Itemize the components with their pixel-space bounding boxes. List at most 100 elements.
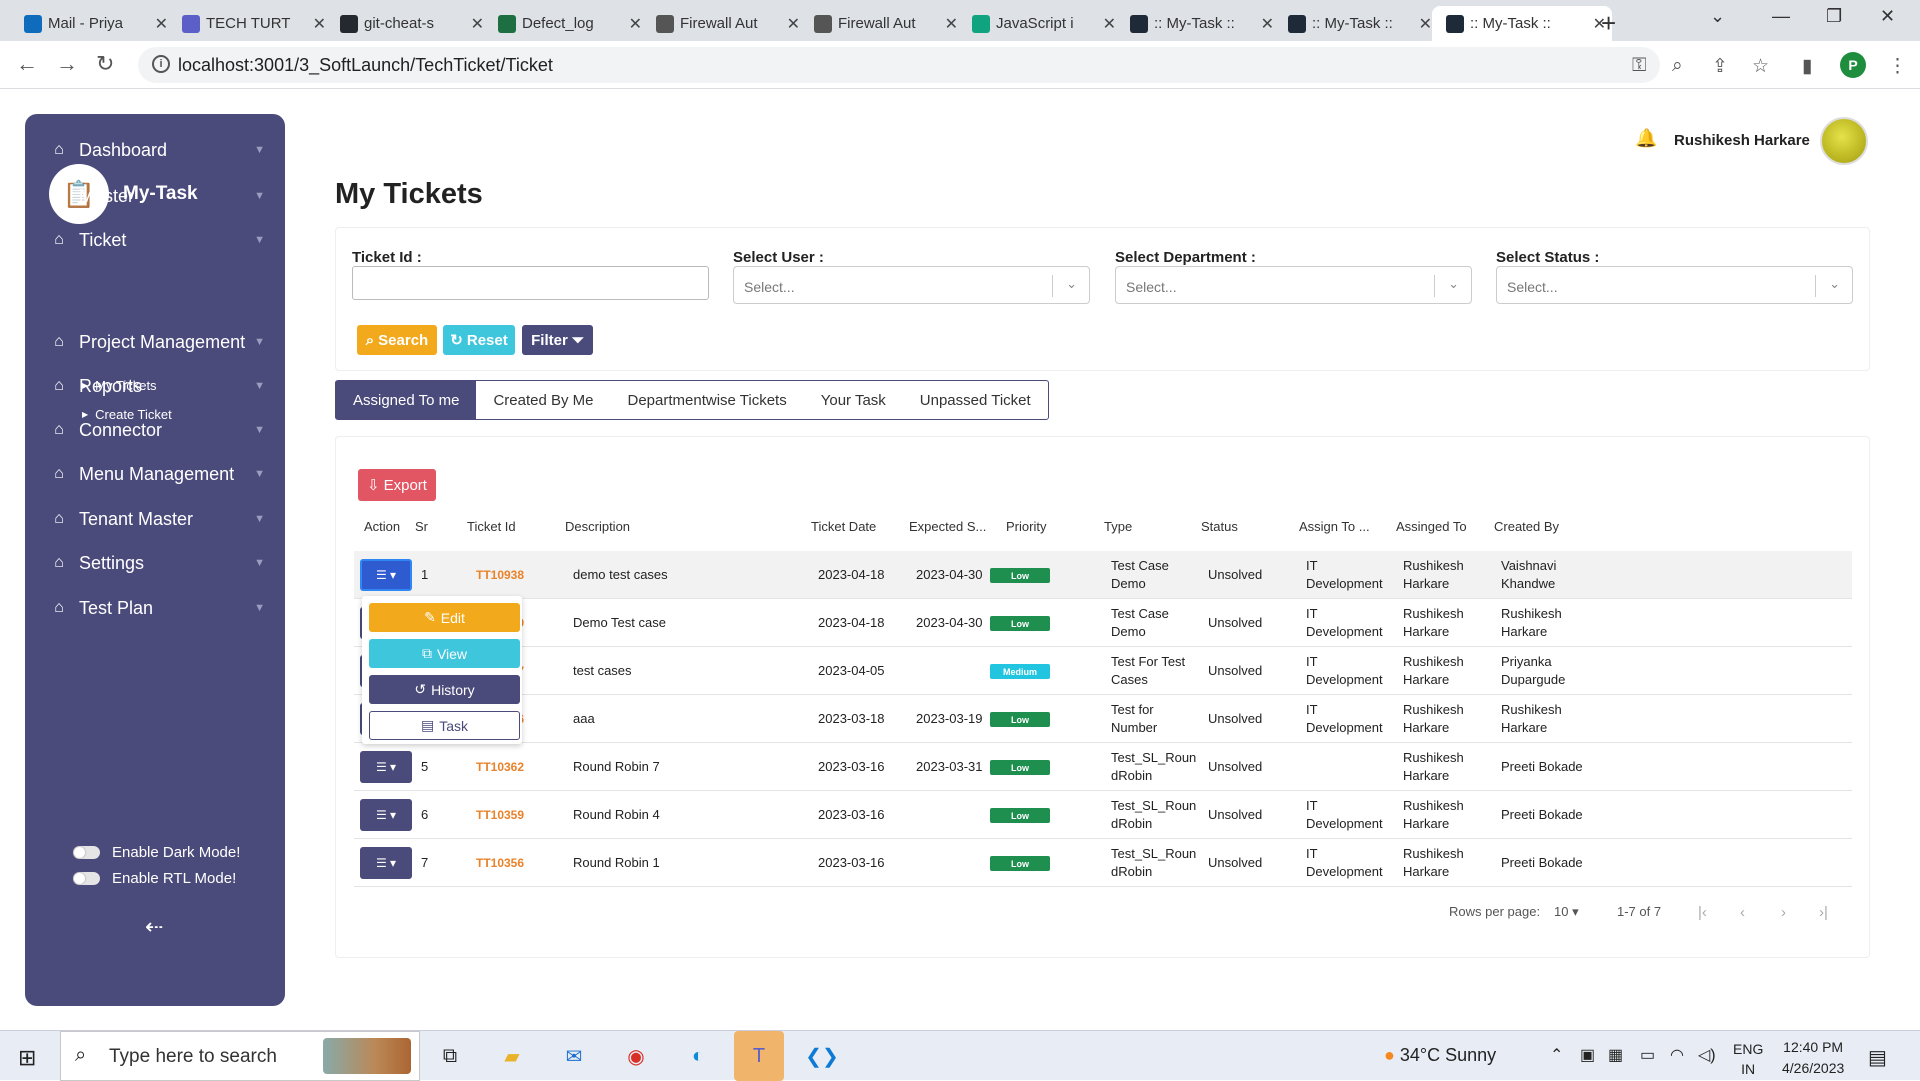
table-row[interactable]: ☰ ▾ 5 TT10362 Round Robin 7 2023-03-16 2023-0… bbox=[354, 743, 1852, 791]
column-header[interactable]: Ticket Id bbox=[467, 519, 516, 534]
sidebar-item-test-plan[interactable]: ⌂ Test Plan ▼ bbox=[49, 593, 271, 623]
side-panel-icon[interactable]: ▮ bbox=[1802, 55, 1812, 78]
column-header[interactable]: Assign To ... bbox=[1299, 519, 1370, 534]
action-menu-button[interactable]: ☰ ▾ bbox=[360, 559, 412, 591]
close-tab-icon[interactable]: ✕ bbox=[155, 14, 168, 34]
maximize-icon[interactable]: ❐ bbox=[1826, 6, 1842, 27]
browser-tab[interactable]: :: My-Task :: ✕ bbox=[1432, 6, 1612, 41]
filter-button[interactable]: Filter ⏷ bbox=[522, 325, 593, 355]
close-tab-icon[interactable]: ✕ bbox=[1103, 14, 1116, 34]
column-header[interactable]: Assinged To bbox=[1396, 519, 1467, 534]
tab-departmentwise-tickets[interactable]: Departmentwise Tickets bbox=[611, 381, 804, 419]
vscode-icon[interactable]: ❮❯ bbox=[804, 1038, 840, 1074]
column-header[interactable]: Ticket Date bbox=[811, 519, 876, 534]
close-tab-icon[interactable]: ✕ bbox=[313, 14, 326, 34]
user-name[interactable]: Rushikesh Harkare bbox=[1674, 132, 1810, 149]
column-header[interactable]: Priority bbox=[1006, 519, 1046, 534]
first-page-icon[interactable]: |‹ bbox=[1698, 904, 1707, 921]
table-row[interactable]: ☰ ▾3TT10737test cases2023-04-05MediumTes… bbox=[354, 647, 1852, 695]
history-menu-item[interactable]: ↺ History bbox=[369, 675, 520, 704]
browser-tab[interactable]: git-cheat-s ✕ bbox=[340, 6, 490, 41]
chrome-icon[interactable]: ◉ bbox=[618, 1038, 654, 1074]
tab-assigned-to-me[interactable]: Assigned To me bbox=[336, 381, 477, 419]
sidebar-sub-create-ticket[interactable]: ▶ Create Ticket bbox=[82, 407, 172, 422]
toggle-switch[interactable] bbox=[73, 872, 100, 885]
ticket-id-link[interactable]: TT10362 bbox=[476, 758, 524, 776]
language-indicator[interactable]: ENG IN bbox=[1733, 1039, 1763, 1079]
browser-tab[interactable]: Defect_log ✕ bbox=[498, 6, 648, 41]
browser-tab[interactable]: Firewall Aut ✕ bbox=[814, 6, 964, 41]
weather-widget[interactable]: ● 34°C Sunny bbox=[1384, 1045, 1496, 1066]
key-icon[interactable]: ⚿ bbox=[1632, 55, 1646, 77]
browser-tab[interactable]: Firewall Aut ✕ bbox=[656, 6, 806, 41]
sidebar-item-settings[interactable]: ⌂ Settings ▼ bbox=[49, 548, 271, 578]
action-menu-button[interactable]: ☰ ▾ bbox=[360, 847, 412, 879]
avatar[interactable] bbox=[1820, 117, 1868, 165]
close-tab-icon[interactable]: ✕ bbox=[1261, 14, 1274, 34]
column-header[interactable]: Expected S... bbox=[909, 519, 986, 534]
tab-created-by-me[interactable]: Created By Me bbox=[476, 381, 610, 419]
url-text[interactable]: localhost:3001/3_SoftLaunch/TechTicket/T… bbox=[178, 55, 553, 76]
column-header[interactable]: Type bbox=[1104, 519, 1132, 534]
close-tab-icon[interactable]: ✕ bbox=[1419, 14, 1432, 34]
tab-search-chevron-icon[interactable]: ⌄ bbox=[1710, 6, 1725, 27]
ticket-id-input[interactable] bbox=[352, 266, 709, 300]
mail-icon[interactable]: ✉ bbox=[556, 1038, 592, 1074]
sidebar-item-menu-management[interactable]: ⌂ Menu Management ▼ bbox=[49, 459, 271, 489]
back-icon[interactable]: ← bbox=[16, 51, 38, 77]
prev-page-icon[interactable]: ‹ bbox=[1740, 904, 1745, 921]
sidebar-item-project-management[interactable]: ⌂ Project Management ▼ bbox=[49, 327, 271, 357]
last-page-icon[interactable]: ›| bbox=[1819, 904, 1828, 921]
volume-icon[interactable]: ◁) bbox=[1698, 1045, 1716, 1065]
close-tab-icon[interactable]: ✕ bbox=[629, 14, 642, 34]
edge-icon[interactable]: ◐ bbox=[680, 1038, 716, 1074]
task-menu-item[interactable]: ▤ Task bbox=[369, 711, 520, 740]
rtl-mode-toggle[interactable]: Enable RTL Mode! bbox=[73, 870, 236, 887]
tab-unpassed-ticket[interactable]: Unpassed Ticket bbox=[903, 381, 1048, 419]
minimize-icon[interactable]: — bbox=[1772, 6, 1790, 27]
close-window-icon[interactable]: ✕ bbox=[1880, 6, 1895, 27]
profile-avatar[interactable]: P bbox=[1840, 52, 1866, 78]
tray-app-icon[interactable]: ▦ bbox=[1608, 1045, 1623, 1065]
task-view-icon[interactable]: ⧉ bbox=[432, 1038, 468, 1074]
zoom-icon[interactable]: ⌕ bbox=[1672, 55, 1683, 77]
table-row[interactable]: ☰ ▾ 7 TT10356 Round Robin 1 2023-03-16 Low Tes… bbox=[354, 839, 1852, 887]
bell-icon[interactable]: 🔔 bbox=[1635, 128, 1657, 149]
share-icon[interactable]: ⇪ bbox=[1712, 55, 1728, 78]
select-user-dropdown[interactable]: Select... ⌄ bbox=[733, 266, 1090, 304]
browser-tab[interactable]: :: My-Task :: ✕ bbox=[1288, 6, 1438, 41]
dark-mode-toggle[interactable]: Enable Dark Mode! bbox=[73, 844, 240, 861]
collapse-sidebar-icon[interactable]: ⇠ bbox=[145, 914, 163, 940]
export-button[interactable]: ⇩ Export bbox=[358, 469, 436, 501]
table-row[interactable]: ☰ ▾ 1 TT10938 demo test cases 2023-04-18 2023… bbox=[354, 551, 1852, 599]
teams-icon[interactable]: T bbox=[734, 1031, 784, 1081]
table-row[interactable]: ☰ ▾ 6 TT10359 Round Robin 4 2023-03-16 Low Tes… bbox=[354, 791, 1852, 839]
tab-your-task[interactable]: Your Task bbox=[804, 381, 903, 419]
column-header[interactable]: Status bbox=[1201, 519, 1238, 534]
search-button[interactable]: ⌕ Search bbox=[357, 325, 437, 355]
table-row[interactable]: ☰ ▾4TT10416aaa2023-03-182023-03-19LowTes… bbox=[354, 695, 1852, 743]
close-tab-icon[interactable]: ✕ bbox=[945, 14, 958, 34]
site-info-icon[interactable]: i bbox=[152, 55, 170, 73]
bookmark-star-icon[interactable]: ☆ bbox=[1752, 55, 1769, 78]
tray-app-icon[interactable]: ▣ bbox=[1580, 1045, 1595, 1065]
sidebar-item-tenant-master[interactable]: ⌂ Tenant Master ▼ bbox=[49, 504, 271, 534]
close-tab-icon[interactable]: ✕ bbox=[787, 14, 800, 34]
rows-per-page-select[interactable]: 10 ▾ bbox=[1554, 904, 1579, 920]
column-header[interactable]: Action bbox=[364, 519, 400, 534]
column-header[interactable]: Created By bbox=[1494, 519, 1559, 534]
reset-button[interactable]: ↻ Reset bbox=[443, 325, 515, 355]
browser-tab[interactable]: :: My-Task :: ✕ bbox=[1130, 6, 1280, 41]
more-menu-icon[interactable]: ⋮ bbox=[1888, 55, 1907, 78]
column-header[interactable]: Description bbox=[565, 519, 630, 534]
ticket-id-link[interactable]: TT10359 bbox=[476, 806, 524, 824]
file-explorer-icon[interactable]: ▰ bbox=[494, 1038, 530, 1074]
battery-icon[interactable]: ▭ bbox=[1640, 1045, 1655, 1065]
clock[interactable]: 12:40 PM 4/26/2023 bbox=[1782, 1037, 1844, 1079]
next-page-icon[interactable]: › bbox=[1781, 904, 1786, 921]
close-tab-icon[interactable]: ✕ bbox=[471, 14, 484, 34]
browser-tab[interactable]: JavaScript i ✕ bbox=[972, 6, 1122, 41]
sidebar-item-ticket[interactable]: ⌂ Ticket ▼ bbox=[49, 225, 271, 255]
wifi-icon[interactable]: ◠ bbox=[1670, 1045, 1684, 1065]
select-department-dropdown[interactable]: Select... ⌄ bbox=[1115, 266, 1472, 304]
